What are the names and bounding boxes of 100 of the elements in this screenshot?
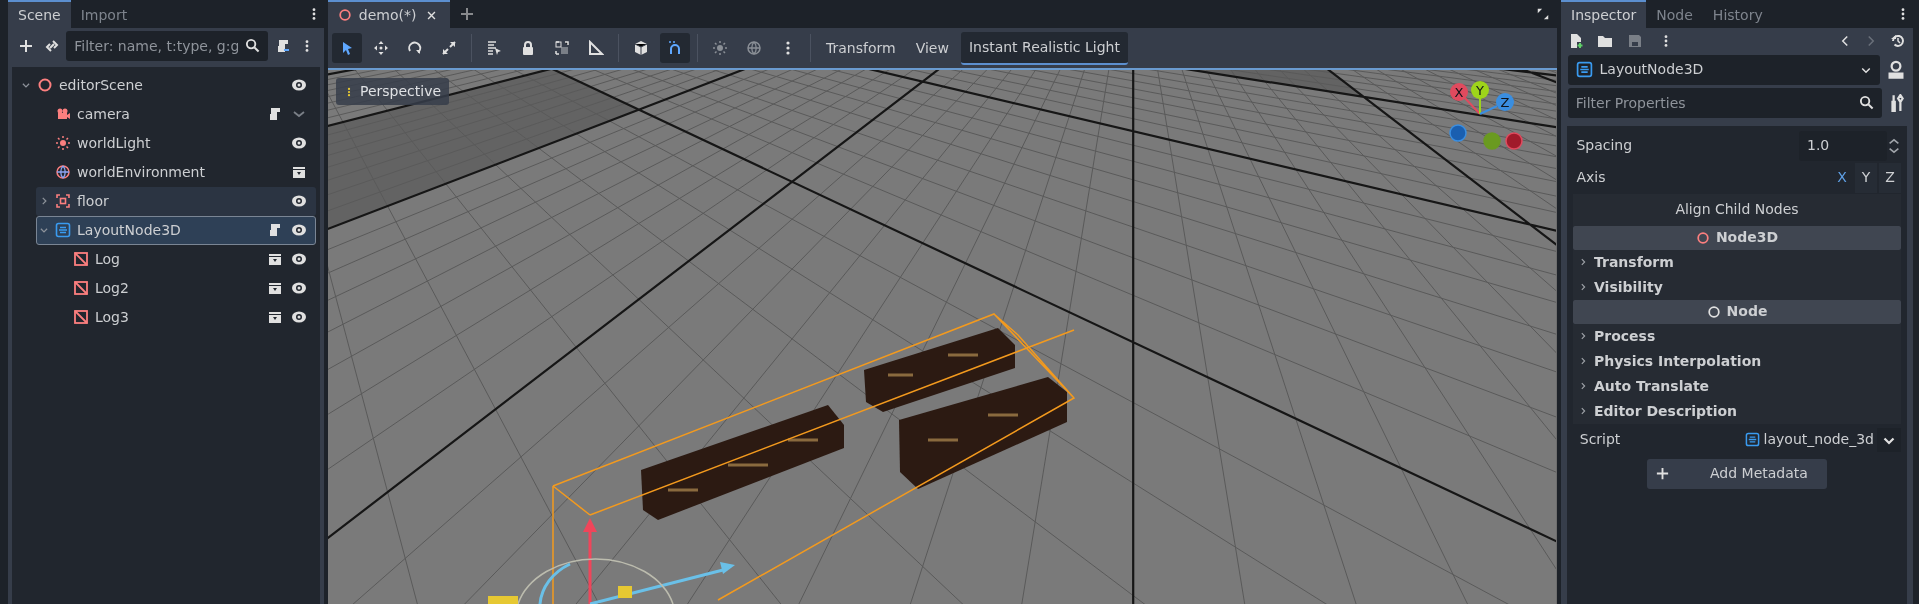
- object-selector[interactable]: LayoutNode3D: [1567, 54, 1880, 85]
- bounding-square-icon: [55, 193, 71, 210]
- circle-icon: [338, 8, 352, 22]
- property-label: Axis: [1575, 168, 1607, 187]
- axis-handle[interactable]: Y: [1471, 81, 1489, 99]
- tree-item[interactable]: Log3: [54, 302, 316, 332]
- menu-button[interactable]: Transform: [818, 32, 904, 64]
- circle-icon: [1706, 304, 1721, 319]
- tree-item[interactable]: Log2: [54, 273, 316, 303]
- folder-icon[interactable]: [1597, 33, 1614, 50]
- tool-button[interactable]: [332, 33, 362, 63]
- tree-item[interactable]: Log: [54, 244, 316, 274]
- property-group[interactable]: Visibility: [1573, 274, 1901, 300]
- crossed-square-icon: [73, 309, 89, 326]
- node-label: worldLight: [77, 133, 152, 153]
- transform-gizmo[interactable]: [488, 518, 735, 604]
- node-label: Log3: [95, 307, 130, 327]
- scroll-icon[interactable]: [267, 222, 283, 239]
- add-metadata-button[interactable]: Add Metadata: [1647, 458, 1827, 489]
- cube-icon: [633, 40, 649, 56]
- log[interactable]: [641, 405, 844, 520]
- panel-tab[interactable]: History: [1702, 0, 1773, 28]
- plus-icon: [459, 6, 476, 22]
- circle-icon: [37, 77, 53, 94]
- script-resource[interactable]: layout_node_3d: [1742, 426, 1877, 453]
- plus-icon: [17, 38, 34, 55]
- number-field[interactable]: 1.0: [1799, 130, 1887, 161]
- crossed-square-icon: [73, 280, 89, 297]
- tab-label: demo(*): [358, 5, 417, 25]
- node-label: camera: [77, 104, 131, 124]
- property-label: Script: [1578, 430, 1622, 449]
- menu-button[interactable]: Instant Realistic Light: [960, 31, 1128, 65]
- script-node-icon: [1575, 61, 1593, 79]
- clapperboard-icon[interactable]: [291, 164, 307, 181]
- tree-item[interactable]: camera: [36, 99, 316, 129]
- panel-tab[interactable]: Import: [70, 0, 138, 28]
- section-title: Node: [1726, 302, 1768, 321]
- tree-item[interactable]: worldLight: [36, 128, 316, 158]
- save-icon[interactable]: [1626, 33, 1643, 50]
- axis-handle[interactable]: Z: [1496, 93, 1514, 111]
- align-button[interactable]: Align Child Nodes: [1573, 193, 1901, 226]
- circle-icon: [1695, 230, 1710, 245]
- clapperboard-icon[interactable]: [267, 280, 283, 297]
- property-group[interactable]: Auto Translate: [1573, 373, 1901, 399]
- panel-tab[interactable]: Scene: [8, 0, 71, 28]
- group-title: Auto Translate: [1594, 376, 1710, 396]
- node-label: LayoutNode3D: [77, 220, 182, 240]
- lock-icon: [520, 40, 536, 56]
- globe-icon: [746, 40, 762, 56]
- sun-icon: [55, 135, 71, 152]
- log[interactable]: [899, 377, 1067, 489]
- view-menu-button[interactable]: Perspective: [336, 78, 450, 105]
- node-label: Log2: [95, 278, 130, 298]
- panel-tab[interactable]: Node: [1646, 0, 1703, 28]
- node-label: floor: [77, 191, 110, 211]
- clapperboard-icon[interactable]: [267, 309, 283, 326]
- group-title: Process: [1594, 326, 1656, 346]
- menu-button[interactable]: View: [907, 32, 957, 64]
- axis-handle[interactable]: [1449, 124, 1467, 142]
- axis-option[interactable]: Y: [1855, 162, 1877, 193]
- tool-button[interactable]: [660, 33, 690, 63]
- group-squares-icon: [554, 40, 570, 56]
- property-group[interactable]: Physics Interpolation: [1573, 348, 1901, 374]
- tree-item[interactable]: floor: [36, 186, 316, 216]
- panel-tab[interactable]: Inspector: [1561, 0, 1647, 28]
- axis-option[interactable]: X: [1831, 162, 1853, 193]
- move-arrows-icon: [373, 40, 389, 56]
- clapperboard-icon[interactable]: [267, 251, 283, 268]
- property-group[interactable]: Transform: [1573, 249, 1901, 275]
- filter-field[interactable]: Filter Properties: [1567, 88, 1882, 119]
- globe-icon: [55, 164, 71, 181]
- tree-item[interactable]: editorScene: [18, 70, 316, 100]
- filter-field[interactable]: Filter: name, t:type, g:g: [66, 31, 268, 62]
- scroll-icon[interactable]: [267, 106, 283, 123]
- axis-option[interactable]: Z: [1879, 162, 1901, 193]
- resource-name: layout_node_3d: [1763, 430, 1874, 449]
- log[interactable]: [864, 328, 1015, 412]
- fullscreen-icon[interactable]: [1536, 7, 1550, 21]
- node-label: editorScene: [59, 75, 144, 95]
- editor-tab[interactable]: demo(*): [328, 0, 451, 28]
- doc-search-icon[interactable]: [1886, 59, 1907, 80]
- tree-item[interactable]: LayoutNode3D: [36, 215, 316, 245]
- axis-handle[interactable]: [1483, 132, 1501, 150]
- axis-handle[interactable]: X: [1450, 83, 1468, 101]
- scale-arrows-icon: [441, 40, 457, 56]
- axis-gizmo-lines: [1462, 95, 1498, 115]
- rotate-icon: [407, 40, 423, 56]
- group-title: Transform: [1594, 252, 1674, 272]
- group-title: Visibility: [1594, 277, 1663, 297]
- script-node-icon: [55, 222, 71, 239]
- property-group[interactable]: Process: [1573, 323, 1901, 349]
- axis-handle[interactable]: [1505, 132, 1523, 150]
- crossed-square-icon: [73, 251, 89, 268]
- node-label: worldEnvironment: [77, 162, 206, 182]
- tools-icon[interactable]: [1888, 94, 1907, 113]
- tree-item[interactable]: worldEnvironment: [36, 157, 316, 187]
- node-label: Log: [95, 249, 121, 269]
- history-icon[interactable]: [1890, 33, 1907, 50]
- search-icon: [1858, 95, 1874, 111]
- property-group[interactable]: Editor Description: [1573, 398, 1901, 424]
